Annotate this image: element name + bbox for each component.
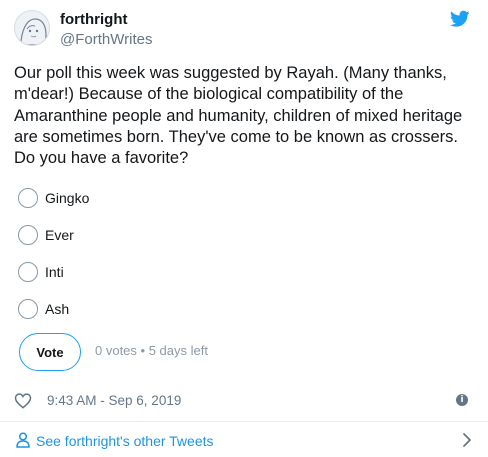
twitter-bird-icon[interactable] [450, 10, 470, 28]
tweet-header: forthright @ForthWrites [14, 10, 476, 50]
poll-option-gingko[interactable]: Gingko [18, 183, 478, 220]
see-other-tweets-link[interactable]: See forthright's other Tweets [0, 422, 488, 457]
poll-vote-row: Vote 0 votes • 5 days left [19, 332, 479, 372]
tweet-timestamp[interactable]: 9:43 AM - Sep 6, 2019 [47, 393, 181, 408]
vote-button[interactable]: Vote [19, 333, 81, 371]
poll-option-inti[interactable]: Inti [18, 257, 478, 294]
chevron-right-icon[interactable] [462, 432, 472, 448]
radio-button[interactable] [18, 188, 38, 208]
radio-button[interactable] [18, 299, 38, 319]
radio-button[interactable] [18, 225, 38, 245]
embedded-tweet-card: forthright @ForthWrites Our poll this we… [0, 0, 488, 457]
tweet-footer: 9:43 AM - Sep 6, 2019 i [14, 391, 476, 411]
poll-option-label[interactable]: Inti [45, 263, 64, 281]
person-icon [16, 432, 30, 448]
poll-option-label[interactable]: Gingko [45, 189, 89, 207]
poll-option-label[interactable]: Ever [45, 226, 74, 244]
poll-meta: 0 votes • 5 days left [95, 343, 208, 358]
poll-option-label[interactable]: Ash [45, 300, 69, 318]
author-names[interactable]: forthright @ForthWrites [60, 10, 152, 50]
heart-icon[interactable] [14, 392, 32, 409]
tweet-text: Our poll this week was suggested by Raya… [14, 64, 463, 168]
avatar[interactable] [14, 10, 50, 46]
author-display-name[interactable]: forthright [60, 10, 152, 30]
author-handle[interactable]: @ForthWrites [60, 30, 152, 50]
see-other-tweets-label[interactable]: See forthright's other Tweets [36, 433, 214, 449]
poll: Gingko Ever Inti Ash [18, 183, 478, 331]
poll-option-ash[interactable]: Ash [18, 294, 478, 331]
info-icon[interactable]: i [456, 394, 468, 406]
poll-option-ever[interactable]: Ever [18, 220, 478, 257]
radio-button[interactable] [18, 262, 38, 282]
